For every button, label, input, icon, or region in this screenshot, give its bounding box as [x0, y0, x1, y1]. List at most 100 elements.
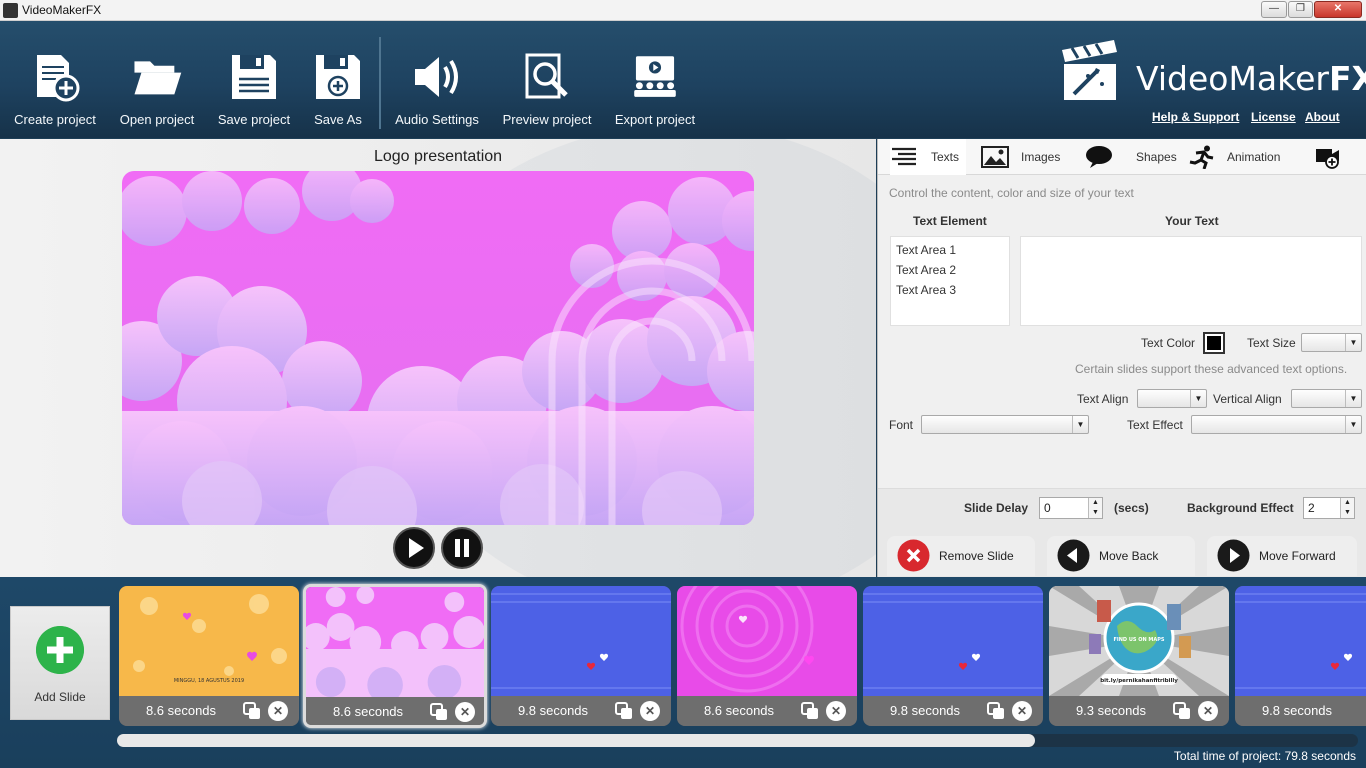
pause-button[interactable]: [441, 527, 483, 569]
slide-delay-stepper[interactable]: 0 ▲ ▼: [1039, 497, 1103, 519]
text-color-picker[interactable]: [1203, 332, 1225, 354]
slide-thumbnail-1[interactable]: MINGGU, 18 AGUSTUS 2019 8.6 seconds ✕: [119, 586, 299, 726]
text-size-select[interactable]: ▼: [1301, 333, 1362, 352]
slide-4-preview: [677, 586, 857, 696]
background-effect-stepper[interactable]: 2 ▲ ▼: [1303, 497, 1355, 519]
slide-7-preview: [1235, 586, 1366, 696]
chevron-down-icon: ▼: [1345, 334, 1361, 351]
vertical-align-select[interactable]: ▼: [1291, 389, 1362, 408]
delete-slide-icon[interactable]: ✕: [826, 701, 846, 721]
slide-thumbnail-7[interactable]: 9.8 seconds: [1235, 586, 1366, 726]
your-text-input[interactable]: [1020, 236, 1362, 326]
slide-duration: 8.6 seconds: [703, 703, 775, 718]
pause-icon: [455, 539, 469, 557]
stepper-arrows-icon[interactable]: ▲ ▼: [1088, 498, 1102, 518]
tab-images-label: Images: [1021, 150, 1061, 164]
slide-thumbnail-6[interactable]: FIND US ON MAPS bit.ly/pernikahanfitribi…: [1049, 586, 1229, 726]
delete-slide-icon[interactable]: ✕: [1012, 701, 1032, 721]
slide-1-preview: MINGGU, 18 AGUSTUS 2019: [119, 586, 299, 696]
running-figure-icon: [1189, 145, 1214, 169]
speaker-icon: [415, 57, 458, 97]
slide-thumbnail-4[interactable]: 8.6 seconds ✕: [677, 586, 857, 726]
delete-slide-icon[interactable]: ✕: [268, 701, 288, 721]
brand-name-light: VideoMaker: [1136, 59, 1329, 98]
stepper-arrows-icon[interactable]: ▲ ▼: [1340, 498, 1354, 518]
background-effect-label: Background Effect: [1187, 501, 1294, 515]
title-bar: VideoMakerFX — ❐ ✕: [0, 0, 1366, 21]
background-effect-value: 2: [1308, 501, 1315, 515]
brand-logo-text: VideoMakerFX: [1136, 59, 1366, 98]
duplicate-icon[interactable]: [1172, 701, 1192, 721]
duplicate-icon[interactable]: [614, 701, 634, 721]
close-window-button[interactable]: ✕: [1314, 1, 1362, 18]
arrow-left-icon: [1057, 539, 1090, 572]
scrollbar-thumb[interactable]: [117, 734, 1035, 747]
move-back-label: Move Back: [1099, 549, 1159, 563]
play-button[interactable]: [393, 527, 435, 569]
preview-magnifier-icon: [525, 53, 568, 99]
save-project-label: Save project: [217, 112, 291, 127]
brand-name-bold: FX: [1328, 59, 1366, 98]
slide-duration: 9.8 seconds: [1261, 703, 1333, 718]
tab-images[interactable]: Images: [981, 139, 1071, 175]
color-swatch-fill: [1207, 336, 1221, 350]
text-effect-select[interactable]: ▼: [1191, 415, 1362, 434]
tab-texts[interactable]: Texts: [890, 139, 966, 175]
slide-6-text: FIND US ON MAPS: [1113, 637, 1164, 643]
export-project-button[interactable]: Export project: [606, 21, 704, 138]
text-effect-label: Text Effect: [1127, 418, 1183, 432]
slide-delay-value: 0: [1044, 501, 1051, 515]
slide-title: Logo presentation: [373, 148, 503, 165]
text-element-list: Text Area 1 Text Area 2 Text Area 3: [890, 236, 1010, 326]
main-toolbar: Create project Open project Save project…: [0, 21, 1366, 138]
minimize-button[interactable]: —: [1261, 1, 1287, 18]
preview-project-button[interactable]: Preview project: [496, 21, 598, 138]
slide-preview-canvas[interactable]: [122, 171, 754, 525]
tab-shapes[interactable]: Shapes: [1085, 139, 1185, 175]
maximize-button[interactable]: ❐: [1288, 1, 1313, 18]
audio-settings-button[interactable]: Audio Settings: [388, 21, 486, 138]
open-project-button[interactable]: Open project: [110, 21, 204, 138]
text-align-select[interactable]: ▼: [1137, 389, 1207, 408]
delete-slide-icon[interactable]: ✕: [455, 702, 475, 722]
slide-thumbnail-5[interactable]: 9.8 seconds ✕: [863, 586, 1043, 726]
save-project-button[interactable]: Save project: [210, 21, 298, 138]
create-project-icon: [37, 55, 80, 102]
timeline-scrollbar[interactable]: [117, 734, 1358, 747]
app-icon: [3, 3, 18, 18]
list-item[interactable]: Text Area 3: [891, 280, 1009, 300]
create-project-button[interactable]: Create project: [6, 21, 104, 138]
list-item[interactable]: Text Area 2: [891, 260, 1009, 280]
slide-caption: 8.6 seconds ✕: [306, 697, 484, 725]
delete-slide-icon[interactable]: ✕: [1198, 701, 1218, 721]
slide-thumbnail-3[interactable]: 9.8 seconds ✕: [491, 586, 671, 726]
open-project-label: Open project: [119, 112, 195, 127]
license-link[interactable]: License: [1251, 110, 1296, 124]
about-link[interactable]: About: [1305, 110, 1340, 124]
delete-slide-icon[interactable]: ✕: [640, 701, 660, 721]
save-as-button[interactable]: Save As: [304, 21, 372, 138]
slide-duration: 8.6 seconds: [332, 704, 404, 719]
move-back-button[interactable]: Move Back: [1047, 536, 1195, 576]
duplicate-icon[interactable]: [429, 702, 449, 722]
move-forward-button[interactable]: Move Forward: [1207, 536, 1357, 576]
tab-texts-label: Texts: [931, 150, 960, 164]
slide-caption: 9.8 seconds ✕: [491, 696, 671, 726]
remove-slide-button[interactable]: Remove Slide: [887, 536, 1035, 576]
duplicate-icon[interactable]: [800, 701, 820, 721]
duplicate-icon[interactable]: [242, 701, 262, 721]
tab-shapes-label: Shapes: [1136, 150, 1177, 164]
font-select[interactable]: ▼: [921, 415, 1089, 434]
tab-add-media[interactable]: [1314, 139, 1344, 175]
audio-settings-label: Audio Settings: [395, 112, 479, 127]
duplicate-icon[interactable]: [986, 701, 1006, 721]
list-item[interactable]: Text Area 1: [891, 240, 1009, 260]
tab-animation[interactable]: Animation: [1188, 139, 1298, 175]
add-video-icon: [1316, 149, 1339, 169]
slide-5-preview: [863, 586, 1043, 696]
preview-area: Logo presentation: [0, 139, 876, 577]
total-project-time: Total time of project: 79.8 seconds: [1173, 749, 1356, 763]
slide-thumbnail-2[interactable]: 8.6 seconds ✕: [303, 584, 487, 728]
help-support-link[interactable]: Help & Support: [1152, 110, 1239, 124]
add-slide-button[interactable]: Add Slide: [10, 606, 110, 720]
